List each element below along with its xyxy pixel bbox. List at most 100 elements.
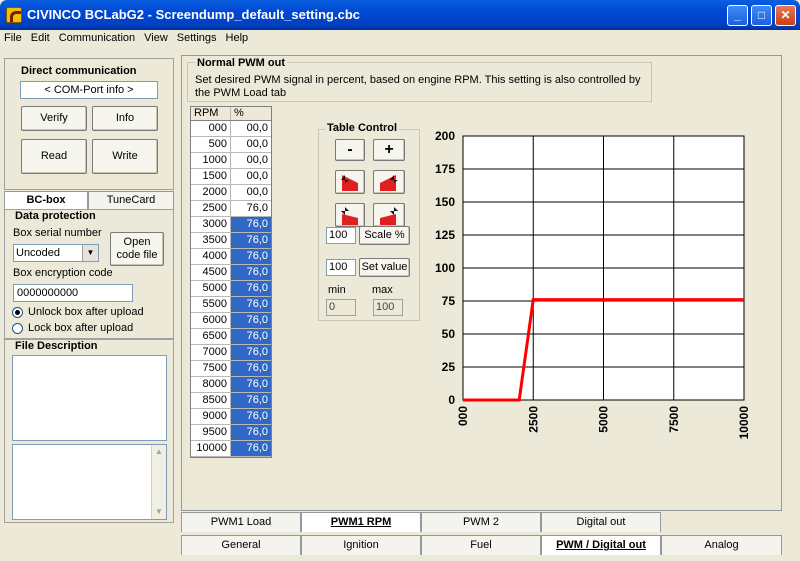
- minus-button[interactable]: -: [335, 139, 365, 161]
- tab-general[interactable]: General: [181, 535, 301, 555]
- verify-button[interactable]: Verify: [21, 106, 87, 131]
- file-description-area[interactable]: [12, 355, 167, 441]
- percent-cell[interactable]: 76,0: [231, 393, 271, 408]
- rpm-cell[interactable]: 7000: [191, 345, 231, 360]
- chevron-down-icon[interactable]: ▼: [82, 245, 98, 261]
- table-row[interactable]: 9500 76,0: [191, 425, 271, 441]
- read-button[interactable]: Read: [21, 139, 87, 174]
- tab-pwm-2[interactable]: PWM 2: [421, 512, 541, 532]
- menu-file[interactable]: File: [0, 30, 27, 44]
- file-description-notes[interactable]: ▲ ▼: [12, 444, 167, 520]
- scroll-down-icon[interactable]: ▼: [152, 505, 166, 519]
- rpm-cell[interactable]: 8000: [191, 377, 231, 392]
- table-row[interactable]: 2000 00,0: [191, 185, 271, 201]
- shift-up-left-button[interactable]: [335, 170, 365, 194]
- minimize-button[interactable]: _: [727, 5, 748, 26]
- table-row[interactable]: 5000 76,0: [191, 281, 271, 297]
- rpm-cell[interactable]: 8500: [191, 393, 231, 408]
- percent-cell[interactable]: 76,0: [231, 201, 271, 216]
- rpm-cell[interactable]: 7500: [191, 361, 231, 376]
- percent-cell[interactable]: 76,0: [231, 345, 271, 360]
- table-row[interactable]: 1500 00,0: [191, 169, 271, 185]
- tab-pwm-digital-out[interactable]: PWM / Digital out: [541, 535, 661, 555]
- tab-tunecard[interactable]: TuneCard: [88, 191, 174, 209]
- table-row[interactable]: 1000 00,0: [191, 153, 271, 169]
- table-row[interactable]: 2500 76,0: [191, 201, 271, 217]
- percent-cell[interactable]: 76,0: [231, 217, 271, 232]
- table-row[interactable]: 5500 76,0: [191, 297, 271, 313]
- tab-bc-box[interactable]: BC-box: [4, 191, 88, 209]
- table-row[interactable]: 3000 76,0: [191, 217, 271, 233]
- rpm-table[interactable]: RPM % 000 00,0 500 00,0 1000 00,0 1500 00,0 2000…: [190, 106, 272, 458]
- table-row[interactable]: 9000 76,0: [191, 409, 271, 425]
- percent-cell[interactable]: 76,0: [231, 377, 271, 392]
- rpm-cell[interactable]: 9000: [191, 409, 231, 424]
- table-row[interactable]: 3500 76,0: [191, 233, 271, 249]
- percent-cell[interactable]: 76,0: [231, 409, 271, 424]
- rpm-cell[interactable]: 4000: [191, 249, 231, 264]
- percent-cell[interactable]: 76,0: [231, 249, 271, 264]
- set-value-input[interactable]: 100: [326, 259, 356, 276]
- tab-pwm1-load[interactable]: PWM1 Load: [181, 512, 301, 532]
- percent-cell[interactable]: 00,0: [231, 137, 271, 152]
- scale-input[interactable]: 100: [326, 227, 356, 244]
- tab-ignition[interactable]: Ignition: [301, 535, 421, 555]
- percent-cell[interactable]: 00,0: [231, 169, 271, 184]
- rpm-cell[interactable]: 3500: [191, 233, 231, 248]
- table-row[interactable]: 4000 76,0: [191, 249, 271, 265]
- shift-down-right-button[interactable]: [373, 203, 405, 227]
- percent-cell[interactable]: 76,0: [231, 313, 271, 328]
- rpm-cell[interactable]: 2000: [191, 185, 231, 200]
- unlock-radio[interactable]: [12, 307, 23, 318]
- set-value-button[interactable]: Set value: [359, 258, 410, 277]
- percent-cell[interactable]: 00,0: [231, 121, 271, 136]
- percent-cell[interactable]: 00,0: [231, 153, 271, 168]
- table-row[interactable]: 7500 76,0: [191, 361, 271, 377]
- rpm-cell[interactable]: 000: [191, 121, 231, 136]
- percent-cell[interactable]: 76,0: [231, 281, 271, 296]
- shift-up-right-button[interactable]: [373, 170, 405, 194]
- menu-edit[interactable]: Edit: [27, 30, 55, 44]
- rpm-cell[interactable]: 9500: [191, 425, 231, 440]
- percent-cell[interactable]: 76,0: [231, 329, 271, 344]
- table-row[interactable]: 500 00,0: [191, 137, 271, 153]
- table-row[interactable]: 10000 76,0: [191, 441, 271, 457]
- scale-button[interactable]: Scale %: [359, 226, 410, 245]
- menu-view[interactable]: View: [140, 30, 173, 44]
- plus-button[interactable]: +: [373, 139, 405, 161]
- table-row[interactable]: 7000 76,0: [191, 345, 271, 361]
- percent-cell[interactable]: 76,0: [231, 425, 271, 440]
- scrollbar[interactable]: ▲ ▼: [151, 445, 166, 519]
- tab-pwm1-rpm[interactable]: PWM1 RPM: [301, 512, 421, 532]
- percent-cell[interactable]: 76,0: [231, 265, 271, 280]
- rpm-cell[interactable]: 1500: [191, 169, 231, 184]
- rpm-cell[interactable]: 1000: [191, 153, 231, 168]
- table-row[interactable]: 4500 76,0: [191, 265, 271, 281]
- tab-fuel[interactable]: Fuel: [421, 535, 541, 555]
- table-row[interactable]: 6500 76,0: [191, 329, 271, 345]
- open-code-file-button[interactable]: Open code file: [110, 232, 164, 266]
- rpm-cell[interactable]: 6000: [191, 313, 231, 328]
- scroll-up-icon[interactable]: ▲: [152, 445, 166, 459]
- rpm-cell[interactable]: 5000: [191, 281, 231, 296]
- menu-settings[interactable]: Settings: [173, 30, 222, 44]
- title-bar[interactable]: CIVINCO BCLabG2 - Screendump_default_set…: [0, 0, 800, 30]
- percent-cell[interactable]: 00,0: [231, 185, 271, 200]
- rpm-cell[interactable]: 2500: [191, 201, 231, 216]
- percent-cell[interactable]: 76,0: [231, 441, 271, 456]
- maximize-button[interactable]: □: [751, 5, 772, 26]
- rpm-cell[interactable]: 3000: [191, 217, 231, 232]
- rpm-cell[interactable]: 5500: [191, 297, 231, 312]
- menu-communication[interactable]: Communication: [55, 30, 140, 44]
- write-button[interactable]: Write: [92, 139, 158, 174]
- rpm-cell[interactable]: 4500: [191, 265, 231, 280]
- table-row[interactable]: 8000 76,0: [191, 377, 271, 393]
- tab-analog[interactable]: Analog: [661, 535, 782, 555]
- menu-help[interactable]: Help: [222, 30, 254, 44]
- lock-radio[interactable]: [12, 323, 23, 334]
- rpm-cell[interactable]: 10000: [191, 441, 231, 456]
- com-port-info[interactable]: < COM-Port info >: [20, 81, 158, 99]
- rpm-cell[interactable]: 500: [191, 137, 231, 152]
- rpm-cell[interactable]: 6500: [191, 329, 231, 344]
- percent-cell[interactable]: 76,0: [231, 233, 271, 248]
